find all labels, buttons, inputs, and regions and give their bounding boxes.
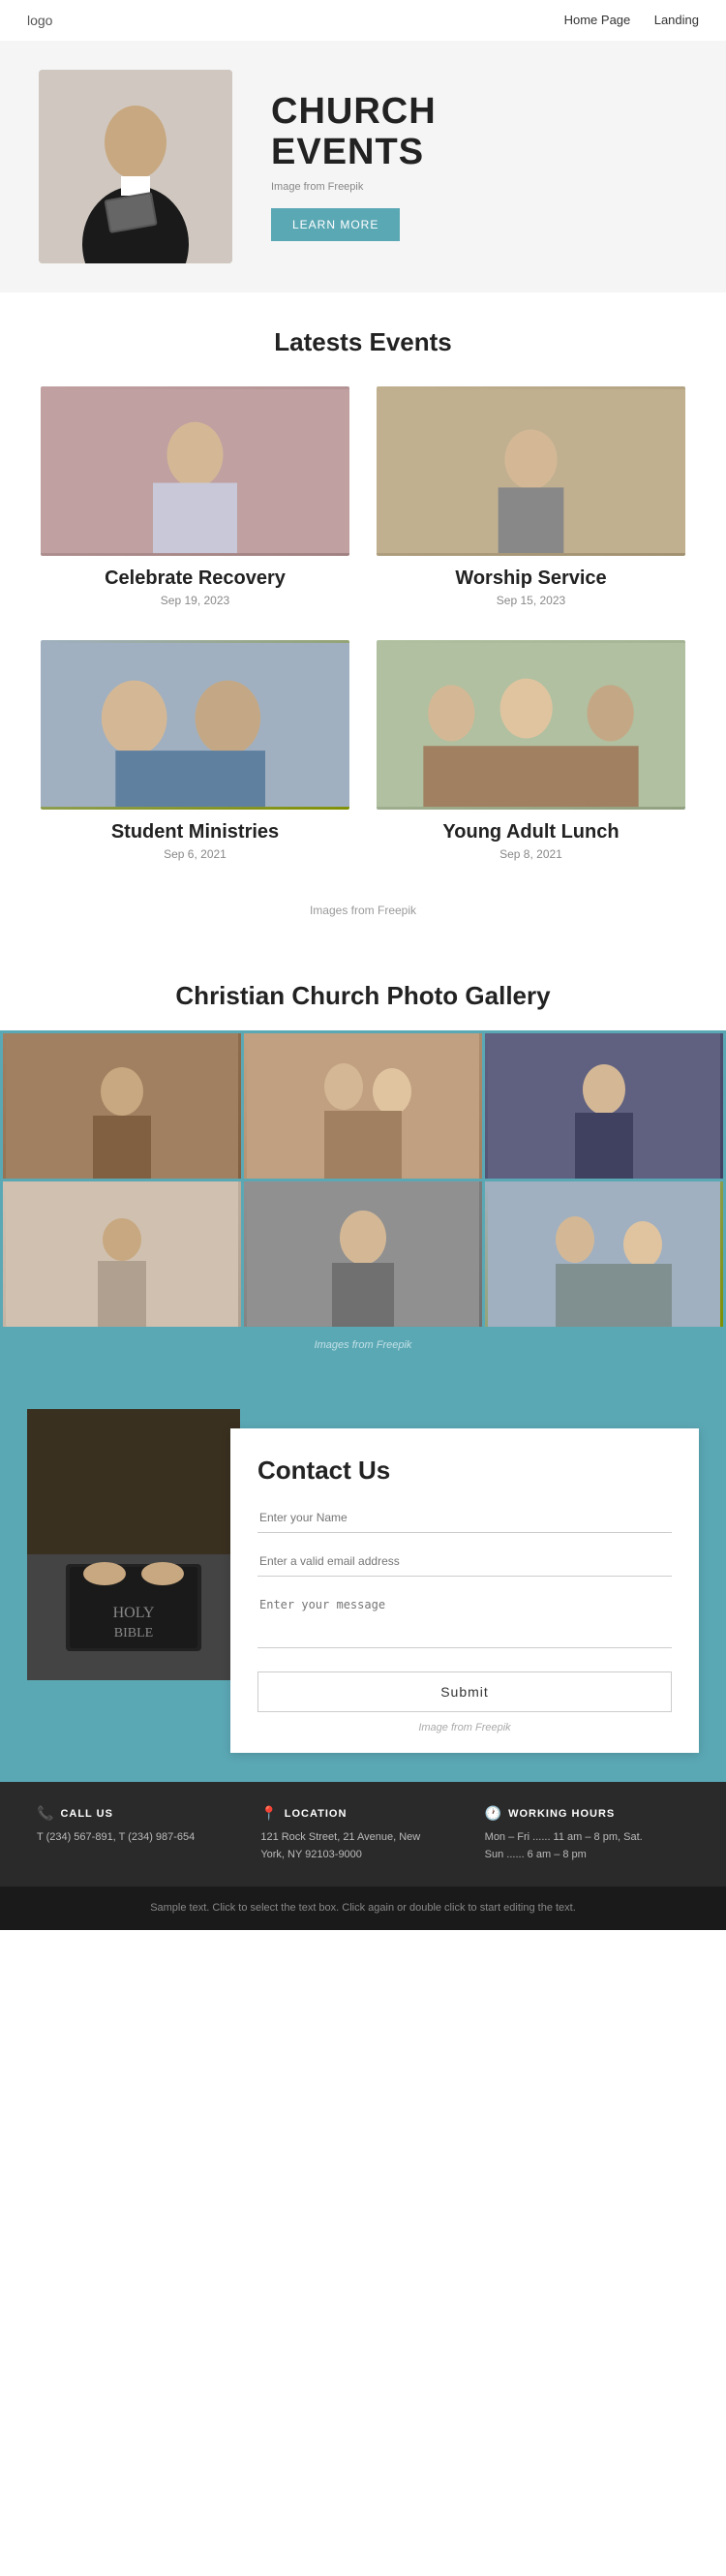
event-image-0: [41, 386, 349, 556]
clock-icon: 🕐: [485, 1805, 502, 1822]
event-image-3: [377, 640, 685, 810]
hero-person-illustration: [39, 70, 232, 263]
contact-image-caption: Image from Freepik: [257, 1722, 672, 1733]
event-card-0: Celebrate Recovery Sep 19, 2023: [27, 377, 363, 630]
contact-section: HOLY BIBLE Contact Us Submit Image from …: [0, 1380, 726, 1782]
event-card-2: Student Ministries Sep 6, 2021: [27, 630, 363, 884]
learn-more-button[interactable]: LEARN MORE: [271, 208, 400, 241]
hero-title: CHURCH EVENTS: [271, 92, 437, 173]
contact-image: HOLY BIBLE: [27, 1409, 240, 1680]
footer-hours-title: 🕐 WORKING HOURS: [485, 1805, 689, 1822]
gallery-image-2: [485, 1033, 723, 1179]
event-date-2: Sep 6, 2021: [41, 847, 349, 861]
contact-message-input[interactable]: [257, 1590, 672, 1648]
nav-landing[interactable]: Landing: [654, 13, 699, 27]
hero-image-credit: Image from Freepik: [271, 181, 437, 193]
event-name-3: Young Adult Lunch: [377, 821, 685, 843]
event-card-1: Worship Service Sep 15, 2023: [363, 377, 699, 630]
gallery-caption: Images from Freepik: [0, 1330, 726, 1351]
event-name-0: Celebrate Recovery: [41, 567, 349, 590]
contact-form: Contact Us Submit Image from Freepik: [230, 1428, 699, 1753]
footer-col-hours: 🕐 WORKING HOURS Mon – Fri ...... 11 am –…: [475, 1805, 699, 1863]
footer-location-text: 121 Rock Street, 21 Avenue, New York, NY…: [260, 1829, 465, 1863]
event-card-3: Young Adult Lunch Sep 8, 2021: [363, 630, 699, 884]
footer-call-text: T (234) 567-891, T (234) 987-654: [37, 1829, 241, 1847]
hero-content: CHURCH EVENTS Image from Freepik LEARN M…: [271, 92, 437, 241]
event-name-1: Worship Service: [377, 567, 685, 590]
gallery-image-3: [3, 1181, 241, 1327]
hero-image: [39, 70, 232, 263]
contact-title: Contact Us: [257, 1456, 672, 1486]
contact-email-input[interactable]: [257, 1547, 672, 1577]
location-icon: 📍: [260, 1805, 278, 1822]
bottom-bar-text: Sample text. Click to select the text bo…: [150, 1902, 576, 1914]
hero-section: CHURCH EVENTS Image from Freepik LEARN M…: [0, 41, 726, 292]
nav-links: Home Page Landing: [545, 12, 699, 29]
navigation: logo Home Page Landing: [0, 0, 726, 41]
gallery-image-1: [244, 1033, 482, 1179]
gallery-image-0: [3, 1033, 241, 1179]
event-date-3: Sep 8, 2021: [377, 847, 685, 861]
events-grid: Celebrate Recovery Sep 19, 2023 Worship …: [0, 377, 726, 894]
nav-home[interactable]: Home Page: [564, 13, 631, 27]
gallery-grid: [0, 1030, 726, 1330]
footer-hours-text: Mon – Fri ...... 11 am – 8 pm, Sat. Sun …: [485, 1829, 689, 1863]
footer-call-title: 📞 CALL US: [37, 1805, 241, 1822]
contact-name-input[interactable]: [257, 1503, 672, 1533]
gallery-section: Christian Church Photo Gallery: [0, 946, 726, 1380]
footer-location-title: 📍 LOCATION: [260, 1805, 465, 1822]
event-date-1: Sep 15, 2023: [377, 594, 685, 607]
event-image-2: [41, 640, 349, 810]
bottom-bar: Sample text. Click to select the text bo…: [0, 1886, 726, 1930]
logo: logo: [27, 13, 52, 28]
event-image-1: [377, 386, 685, 556]
latest-events-section: Latests Events Celebrate Recovery Sep 19…: [0, 292, 726, 946]
footer-col-location: 📍 LOCATION 121 Rock Street, 21 Avenue, N…: [251, 1805, 474, 1863]
gallery-section-title: Christian Church Photo Gallery: [0, 946, 726, 1030]
phone-icon: 📞: [37, 1805, 54, 1822]
footer-col-call: 📞 CALL US T (234) 567-891, T (234) 987-6…: [27, 1805, 251, 1863]
event-date-0: Sep 19, 2023: [41, 594, 349, 607]
svg-text:HOLY: HOLY: [113, 1605, 155, 1621]
gallery-image-5: [485, 1181, 723, 1327]
gallery-image-4: [244, 1181, 482, 1327]
events-images-credit: Images from Freepik: [0, 894, 726, 946]
contact-submit-button[interactable]: Submit: [257, 1671, 672, 1712]
event-name-2: Student Ministries: [41, 821, 349, 843]
svg-text:BIBLE: BIBLE: [114, 1626, 153, 1641]
events-section-title: Latests Events: [0, 292, 726, 377]
footer-info-bar: 📞 CALL US T (234) 567-891, T (234) 987-6…: [0, 1782, 726, 1886]
